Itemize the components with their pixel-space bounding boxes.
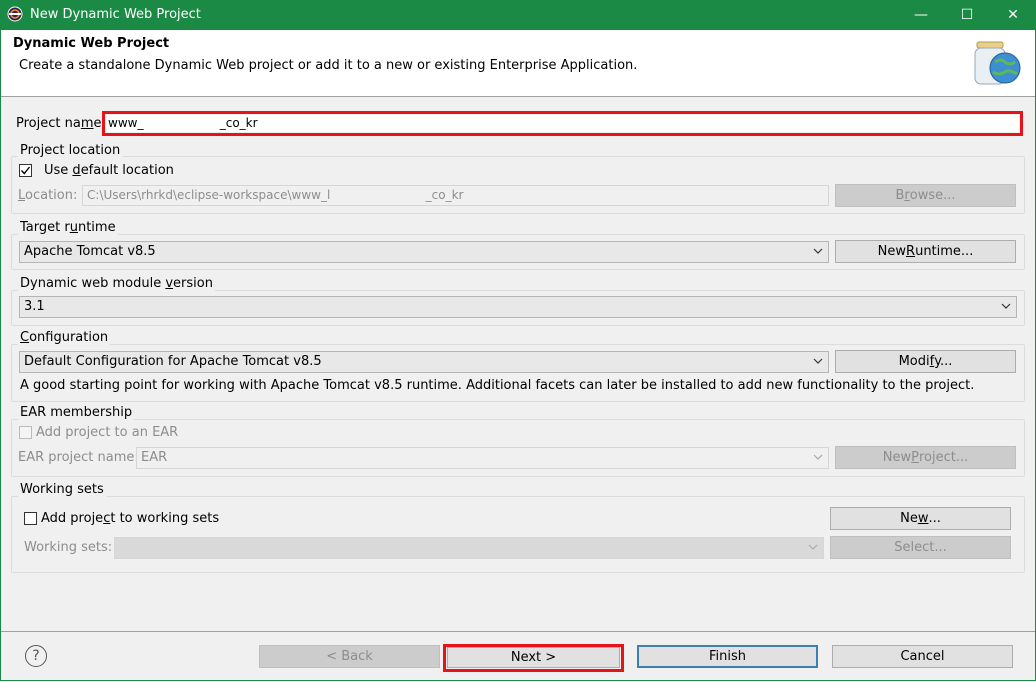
working-sets-select[interactable] [114,537,824,559]
chevron-down-icon [813,454,823,460]
window-title-bar[interactable]: New Dynamic Web Project — ☐ ✕ [0,0,1036,30]
ear-project-name-value: EAR [141,450,168,465]
configuration-select[interactable]: Default Configuration for Apache Tomcat … [19,351,829,373]
working-sets-label: Working sets: [24,540,113,555]
location-input[interactable]: C:\Users\rhrkd\eclipse-workspace\www_l _… [82,185,829,206]
chevron-down-icon [813,248,823,254]
modify-button[interactable]: Modi f y... [835,350,1016,373]
maximize-button[interactable]: ☐ [944,0,990,30]
add-to-ear-label: Add project to an EAR [36,425,179,440]
wizard-description: Create a standalone Dynamic Web project … [19,58,638,73]
finish-button[interactable]: Finish [637,645,818,668]
web-project-jar-globe-icon [974,41,1021,85]
target-runtime-select[interactable]: Apache Tomcat v8.5 [19,241,829,263]
use-default-location-label: Use default location [44,163,174,178]
location-label: Location: [18,188,78,203]
footer-separator [1,631,1035,632]
minimize-button[interactable]: — [898,0,944,30]
module-version-legend: Dynamic web module version [18,276,215,291]
new-runtime-button[interactable]: New Runtime... [835,240,1016,263]
project-location-legend: Project location [18,143,123,158]
configuration-legend: Configuration [18,330,111,345]
add-to-working-sets-checkbox[interactable] [24,512,37,525]
wizard-title: Dynamic Web Project [13,36,170,51]
working-sets-legend: Working sets [18,482,106,497]
new-ear-project-button[interactable]: New Project... [835,446,1016,469]
use-default-location-checkbox[interactable] [19,164,32,177]
eclipse-icon [7,6,23,22]
new-working-set-button[interactable]: Ne w... [830,507,1011,530]
chevron-down-icon [1001,303,1011,309]
add-to-ear-checkbox[interactable] [19,426,32,439]
add-to-working-sets-label: Add project to working sets [41,511,220,526]
ear-project-name-label: EAR project name: [18,450,139,465]
next-button[interactable]: Next > [447,647,620,668]
window-title: New Dynamic Web Project [30,7,201,22]
help-icon[interactable]: ? [25,645,47,667]
module-version-value: 3.1 [24,299,45,314]
select-working-sets-button[interactable]: Select... [830,536,1011,559]
project-name-label: Project name: [16,116,106,131]
browse-button[interactable]: Br owse... [835,184,1016,207]
module-version-select[interactable]: 3.1 [19,296,1017,318]
wizard-header: Dynamic Web Project Create a standalone … [1,30,1035,97]
checkmark-icon [20,166,31,175]
configuration-note: A good starting point for working with A… [20,378,975,393]
ear-membership-legend: EAR membership [18,405,135,420]
chevron-down-icon [813,358,823,364]
chevron-down-icon [808,544,818,550]
configuration-value: Default Configuration for Apache Tomcat … [24,354,322,369]
project-name-input[interactable]: www_ _co_kr [106,115,1019,132]
cancel-button[interactable]: Cancel [832,645,1013,668]
ear-project-name-select[interactable]: EAR [136,447,829,469]
target-runtime-value: Apache Tomcat v8.5 [24,244,156,259]
back-button[interactable]: < Back [259,645,440,668]
target-runtime-legend: Target runtime [18,220,118,235]
close-button[interactable]: ✕ [990,0,1036,30]
